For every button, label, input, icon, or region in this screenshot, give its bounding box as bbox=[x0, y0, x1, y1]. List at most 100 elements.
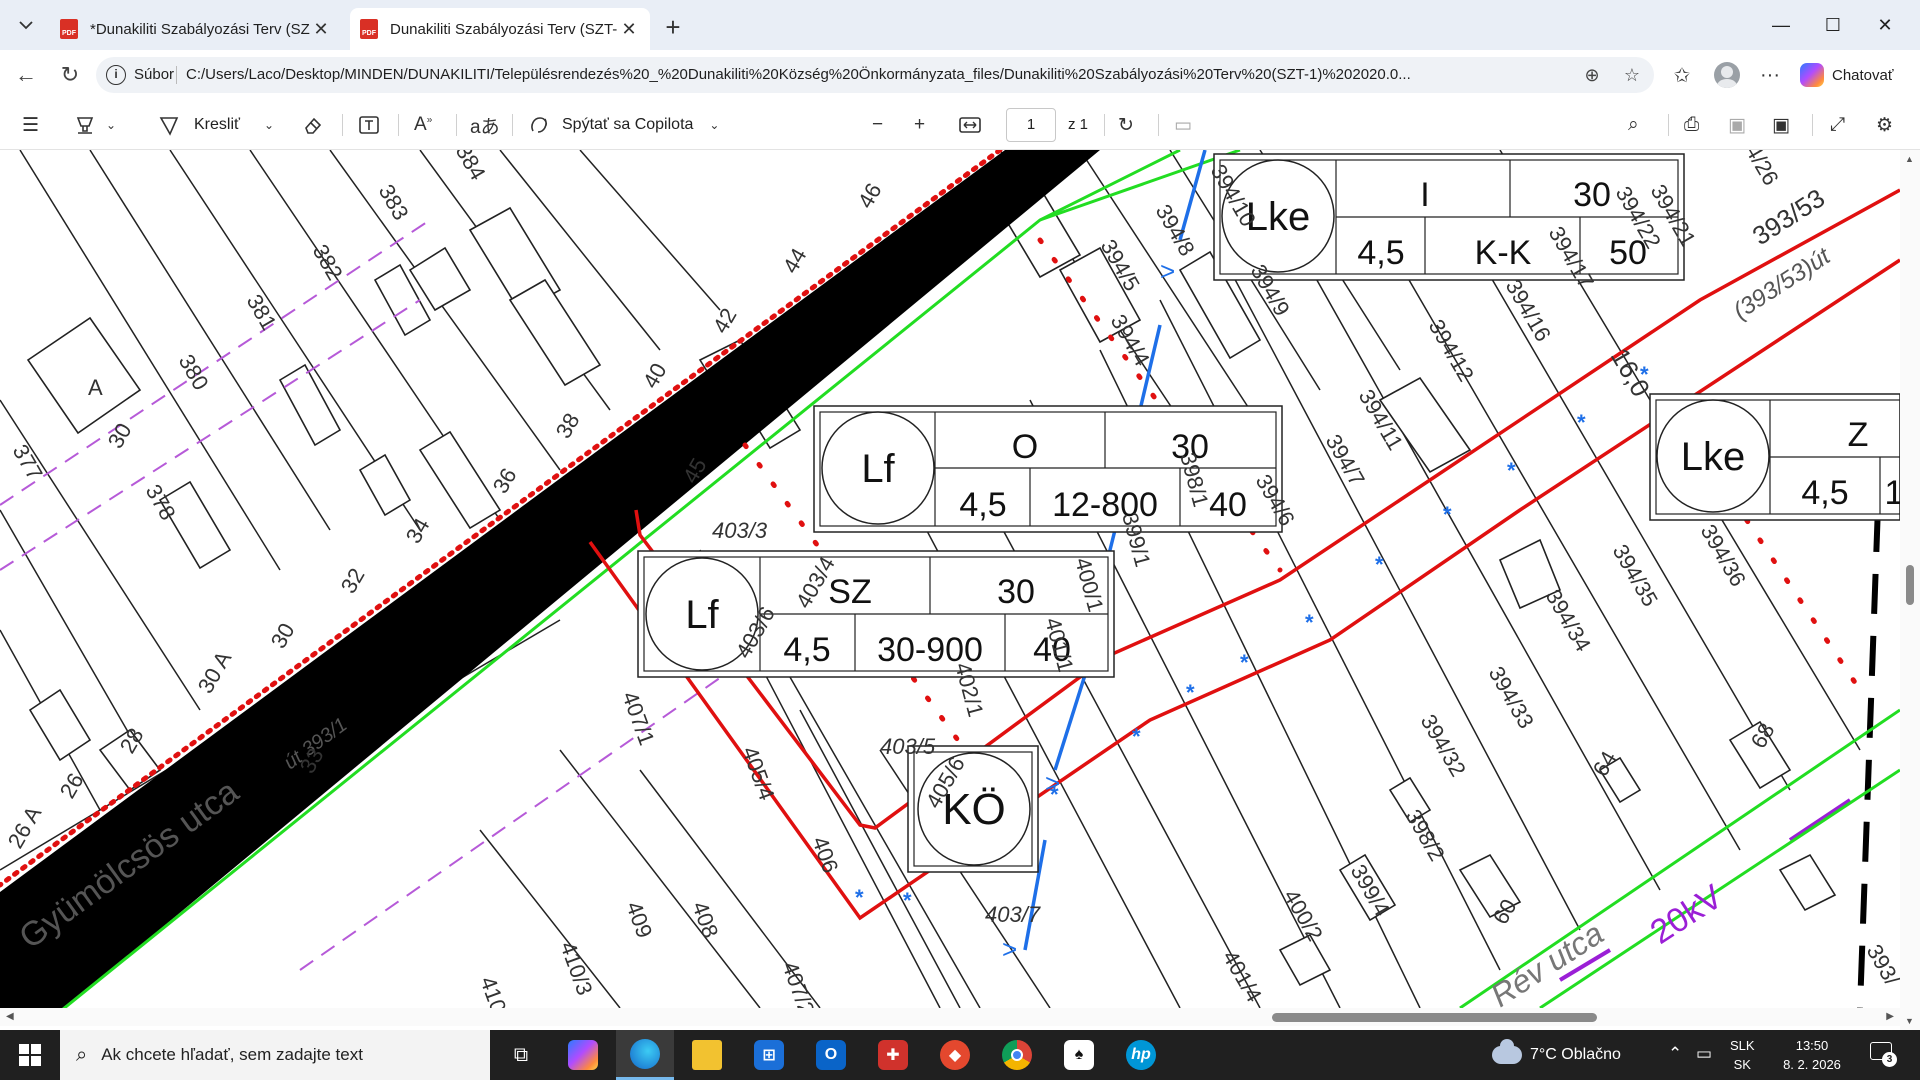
save-as-button[interactable]: ▣ bbox=[1772, 100, 1790, 150]
draw-button[interactable]: Kresliť ⌄ bbox=[158, 100, 274, 150]
tab-title: *Dunakiliti Szabályozási Terv (SZT- bbox=[90, 20, 310, 38]
taskbar-store[interactable]: ⊞ bbox=[740, 1030, 798, 1080]
new-tab-button[interactable]: + bbox=[658, 12, 688, 42]
eraser-button[interactable] bbox=[302, 100, 324, 150]
taskbar-file-explorer[interactable] bbox=[678, 1030, 736, 1080]
zoom-icon[interactable]: ⊕ bbox=[1578, 63, 1606, 87]
zone-code: Lf bbox=[685, 593, 719, 637]
scroll-right-icon[interactable]: ▶ bbox=[1886, 1011, 1894, 1022]
gear-icon: ⚙ bbox=[1876, 114, 1894, 136]
reload-button[interactable]: ↻ bbox=[54, 60, 86, 90]
taskbar-search-box[interactable]: ⌕ Ak chcete hľadať, sem zadajte text bbox=[60, 1030, 490, 1080]
divider bbox=[1158, 114, 1159, 136]
start-button[interactable] bbox=[0, 1030, 60, 1080]
zone-height: 4,5 bbox=[1801, 474, 1848, 512]
vertical-scroll-thumb[interactable] bbox=[1906, 565, 1914, 605]
taskbar-hp[interactable]: hp bbox=[1112, 1030, 1170, 1080]
taskbar-anydesk[interactable]: ◆ bbox=[926, 1030, 984, 1080]
parcel-number: 403/7 bbox=[985, 902, 1041, 927]
svg-text:*: * bbox=[1577, 410, 1586, 435]
horizontal-scrollbar[interactable]: ◀ ▶ bbox=[0, 1008, 1900, 1026]
tab-2[interactable]: PDF Dunakiliti Szabályozási Terv (SZT-1 … bbox=[350, 8, 650, 50]
read-aloud-button[interactable]: A» bbox=[414, 100, 432, 150]
save-icon: ▣ bbox=[1728, 114, 1746, 136]
info-icon[interactable]: i bbox=[106, 65, 126, 85]
taskbar-outlook[interactable]: O bbox=[802, 1030, 860, 1080]
highlight-button[interactable]: ⌄ bbox=[74, 100, 116, 150]
text-box-button[interactable] bbox=[358, 100, 380, 150]
notifications-button[interactable]: 3 bbox=[1870, 1042, 1897, 1067]
scroll-up-icon[interactable]: ▲ bbox=[1905, 154, 1914, 164]
back-button[interactable]: ← bbox=[10, 60, 42, 90]
pdf-document-view[interactable]: *** *** *** *** >>> >> Lf O 30 4,5 12-80… bbox=[0, 150, 1920, 1030]
horizontal-scroll-thumb[interactable] bbox=[1272, 1013, 1597, 1022]
gift-icon: ✚ bbox=[878, 1040, 908, 1070]
scroll-left-icon[interactable]: ◀ bbox=[6, 1011, 14, 1022]
zone-use: I bbox=[1420, 176, 1429, 214]
print-button[interactable]: ⎙ bbox=[1684, 100, 1699, 150]
ask-copilot-button[interactable]: Spýtať sa Copilota ⌄ bbox=[528, 100, 719, 150]
remote-desktop-icon: ◆ bbox=[940, 1040, 970, 1070]
more-menu-icon[interactable]: ··· bbox=[1754, 60, 1786, 90]
clock[interactable]: 13:50 8. 2. 2026 bbox=[1776, 1036, 1848, 1074]
reload-icon: ↻ bbox=[60, 62, 80, 87]
avatar[interactable] bbox=[1714, 62, 1740, 88]
list-icon: ☰ bbox=[22, 114, 40, 136]
page-view-button[interactable]: ▭ bbox=[1174, 100, 1192, 150]
cadastral-map: *** *** *** *** >>> >> Lf O 30 4,5 12-80… bbox=[0, 150, 1900, 1008]
close-tab-icon[interactable]: ✕ bbox=[618, 18, 640, 40]
page-total: z 1 bbox=[1068, 116, 1089, 133]
taskbar-chrome[interactable] bbox=[988, 1030, 1046, 1080]
chevron-down-icon: ⌄ bbox=[106, 118, 117, 132]
zoom-out-button[interactable]: − bbox=[872, 100, 883, 150]
scroll-down-icon[interactable]: ▼ bbox=[1905, 1016, 1914, 1026]
tab-1[interactable]: PDF *Dunakiliti Szabályozási Terv (SZT- … bbox=[50, 8, 342, 50]
zone-block-lf-o: Lf O 30 4,5 12-800 40 bbox=[813, 405, 1283, 533]
favorite-star-icon[interactable]: ☆ bbox=[1618, 63, 1646, 87]
zone-block-ko: KÖ bbox=[907, 745, 1039, 873]
weather-widget[interactable]: 7°C Oblačno bbox=[1492, 1030, 1621, 1080]
url-text[interactable]: C:/Users/Laco/Desktop/MINDEN/DUNAKILITI/… bbox=[186, 66, 1666, 83]
favorites-icon[interactable]: ✩ bbox=[1666, 60, 1698, 90]
svg-text:*: * bbox=[1186, 680, 1195, 705]
maximize-button[interactable]: ☐ bbox=[1810, 10, 1856, 40]
windows-taskbar: ⌕ Ak chcete hľadať, sem zadajte text ⧉ ⊞… bbox=[0, 1030, 1920, 1080]
vertical-scrollbar[interactable]: ▲ ▼ bbox=[1900, 150, 1920, 1030]
rotate-button[interactable]: ↻ bbox=[1118, 100, 1134, 150]
chevron-up-icon[interactable]: ⌃ bbox=[1668, 1044, 1682, 1064]
close-window-button[interactable]: ✕ bbox=[1862, 10, 1908, 40]
copilot-label: Chatovať bbox=[1832, 66, 1894, 84]
fit-page-button[interactable] bbox=[958, 100, 982, 150]
page-number-input[interactable]: 1 bbox=[1006, 108, 1056, 142]
network-icon[interactable]: ▭ bbox=[1696, 1044, 1712, 1064]
divider bbox=[342, 114, 343, 136]
contents-button[interactable]: ☰ bbox=[22, 100, 39, 150]
zone-block-lke-i: Lke I 30 4,5 K-K 50 bbox=[1213, 153, 1685, 281]
settings-button[interactable]: ⚙ bbox=[1876, 100, 1893, 150]
close-tab-icon[interactable]: ✕ bbox=[310, 18, 332, 40]
zoom-in-button[interactable]: + bbox=[914, 100, 925, 150]
minimize-button[interactable]: — bbox=[1758, 10, 1804, 40]
store-icon: ⊞ bbox=[754, 1040, 784, 1070]
address-bar[interactable]: i Súbor C:/Users/Laco/Desktop/MINDEN/DUN… bbox=[96, 57, 1654, 93]
taskbar-copilot[interactable] bbox=[554, 1030, 612, 1080]
translate-button[interactable]: aあ bbox=[470, 100, 500, 150]
input-language[interactable]: SLK SK bbox=[1730, 1036, 1755, 1074]
find-button[interactable]: ⌕ bbox=[1628, 100, 1639, 150]
save-button[interactable]: ▣ bbox=[1728, 100, 1746, 150]
divider bbox=[1104, 114, 1105, 136]
copilot-chat-button[interactable]: Chatovať bbox=[1800, 59, 1914, 91]
task-view-button[interactable]: ⧉ bbox=[492, 1030, 550, 1080]
zone-use: Z bbox=[1848, 416, 1869, 454]
tab-list-button[interactable] bbox=[10, 10, 42, 40]
svg-text:*: * bbox=[855, 885, 864, 910]
zone-height: 4,5 bbox=[959, 486, 1006, 524]
taskbar-gift-app[interactable]: ✚ bbox=[864, 1030, 922, 1080]
taskbar-solitaire[interactable]: ♠ bbox=[1050, 1030, 1108, 1080]
fullscreen-button[interactable]: ⤢ bbox=[1830, 100, 1845, 150]
taskbar-edge[interactable] bbox=[616, 1030, 674, 1080]
zone-green: 40 bbox=[1209, 486, 1247, 524]
svg-text:*: * bbox=[903, 888, 912, 913]
svg-text:>: > bbox=[1002, 934, 1017, 964]
windows-logo-icon bbox=[19, 1044, 41, 1066]
